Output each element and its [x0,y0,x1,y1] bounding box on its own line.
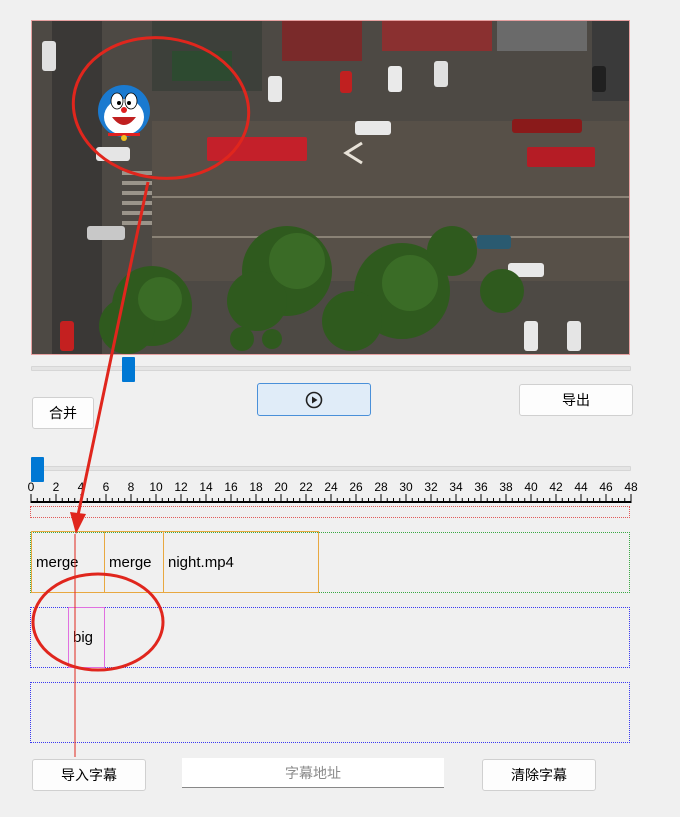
subtitle-clip-label: big [73,629,94,646]
subtitle-clip[interactable]: big [68,607,105,668]
preview-slider-track[interactable] [31,366,631,371]
video-clip[interactable]: merge [31,531,105,593]
timeline-ruler: 0 2 4 6 8 10 12 14 16 18 20 22 24 26 28 30 32 34 36 38 40 42 4… [28,480,638,506]
play-circle-icon [305,391,323,408]
clear-subtitle-label: 清除字幕 [511,767,567,783]
video-clip-label: night.mp4 [168,553,234,571]
subtitle-track [30,607,630,668]
video-clip-label: merge [36,553,79,571]
play-button[interactable] [257,383,371,416]
timeline-slider-track[interactable] [31,466,631,471]
export-button-label: 导出 [562,392,590,408]
video-clip-label: merge [109,553,152,571]
export-button[interactable]: 导出 [519,384,633,416]
sticker-track [30,682,630,743]
video-preview [31,20,630,355]
import-subtitle-label: 导入字幕 [61,767,117,783]
ruler-ticks [30,494,632,503]
video-clip[interactable]: night.mp4 [163,531,319,593]
subtitle-path-input[interactable] [182,758,444,788]
preview-slider-handle[interactable] [122,357,135,382]
clear-subtitle-button[interactable]: 清除字幕 [482,759,596,791]
merge-button-label: 合并 [49,405,77,421]
video-clip[interactable]: merge [104,531,164,593]
marker-track [30,506,630,518]
merge-button[interactable]: 合并 [32,397,94,429]
video-frame-image [32,21,629,354]
timeline-slider-handle[interactable] [31,457,44,482]
import-subtitle-button[interactable]: 导入字幕 [32,759,146,791]
